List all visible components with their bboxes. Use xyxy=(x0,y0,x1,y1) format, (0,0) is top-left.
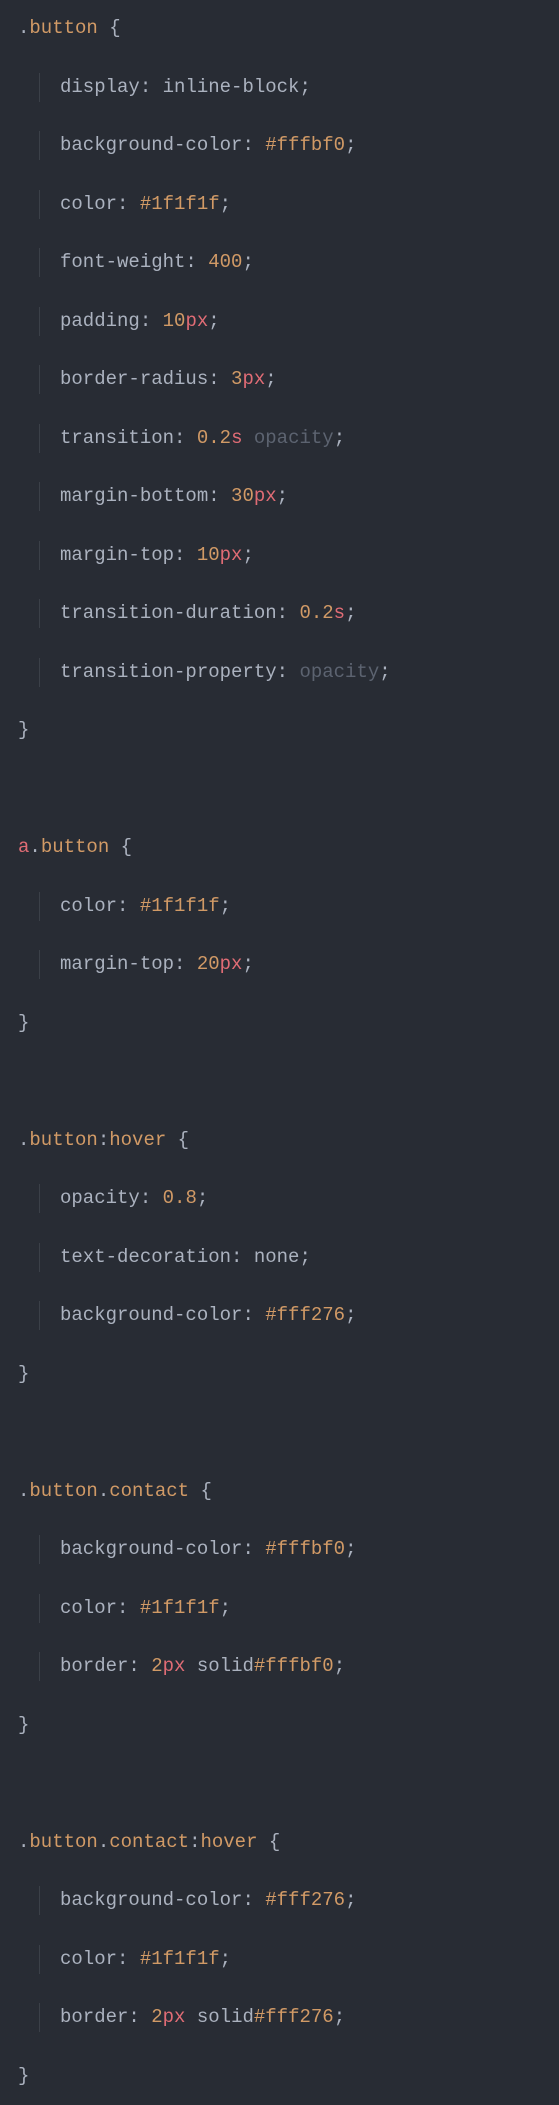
number: 30 xyxy=(231,485,254,507)
dot: . xyxy=(18,1831,29,1853)
brace-close: } xyxy=(18,1012,29,1034)
dot: . xyxy=(98,1480,109,1502)
selector-class: button xyxy=(29,17,97,39)
dot: . xyxy=(98,1831,109,1853)
unit: px xyxy=(242,368,265,390)
number: 10 xyxy=(197,544,220,566)
number: 0.8 xyxy=(163,1187,197,1209)
prop: margin-top xyxy=(60,953,174,975)
selector-class: button xyxy=(41,836,109,858)
prop: font-weight xyxy=(60,251,185,273)
number: 20 xyxy=(197,953,220,975)
brace-open: { xyxy=(257,1831,280,1853)
unit: px xyxy=(220,953,243,975)
prop: background-color xyxy=(60,134,242,156)
prop: opacity xyxy=(60,1187,140,1209)
hex: #fffbf0 xyxy=(254,1655,334,1677)
dot: . xyxy=(18,1480,29,1502)
number: 2 xyxy=(151,1655,162,1677)
prop: color xyxy=(60,895,117,917)
pseudo: hover xyxy=(109,1129,166,1151)
prop: text-decoration xyxy=(60,1246,231,1268)
value: inline-block xyxy=(163,76,300,98)
value: none xyxy=(254,1246,300,1268)
prop: transition-property xyxy=(60,661,277,683)
brace-close: } xyxy=(18,719,29,741)
unit: s xyxy=(334,602,345,624)
prop: border-radius xyxy=(60,368,208,390)
prop: background-color xyxy=(60,1889,242,1911)
unit: s xyxy=(231,427,242,449)
number: 10 xyxy=(163,310,186,332)
selector-class: button xyxy=(29,1480,97,1502)
hex: #fff276 xyxy=(254,2006,334,2028)
hex: #fffbf0 xyxy=(265,134,345,156)
value: solid xyxy=(197,2006,254,2028)
number: 0.2 xyxy=(197,427,231,449)
selector-element: a xyxy=(18,836,29,858)
brace-close: } xyxy=(18,2065,29,2087)
hex: #1f1f1f xyxy=(140,1597,220,1619)
prop: border xyxy=(60,2006,128,2028)
brace-close: } xyxy=(18,1363,29,1385)
brace-open: { xyxy=(166,1129,189,1151)
value: opacity xyxy=(254,427,334,449)
code-block: .button { display: inline-block; backgro… xyxy=(18,14,541,2091)
hex: #1f1f1f xyxy=(140,193,220,215)
hex: #1f1f1f xyxy=(140,895,220,917)
prop: border xyxy=(60,1655,128,1677)
selector-class: contact xyxy=(109,1480,189,1502)
number: 400 xyxy=(208,251,242,273)
brace-close: } xyxy=(18,1714,29,1736)
number: 2 xyxy=(151,2006,162,2028)
dot: . xyxy=(18,1129,29,1151)
number: 3 xyxy=(231,368,242,390)
hex: #1f1f1f xyxy=(140,1948,220,1970)
prop: padding xyxy=(60,310,140,332)
prop: transition xyxy=(60,427,174,449)
value: opacity xyxy=(299,661,379,683)
prop: color xyxy=(60,1597,117,1619)
unit: px xyxy=(163,1655,186,1677)
prop: color xyxy=(60,1948,117,1970)
unit: px xyxy=(254,485,277,507)
value: solid xyxy=(197,1655,254,1677)
selector-class: button xyxy=(29,1831,97,1853)
prop: margin-bottom xyxy=(60,485,208,507)
hex: #fff276 xyxy=(265,1304,345,1326)
dot: . xyxy=(29,836,40,858)
prop: background-color xyxy=(60,1304,242,1326)
dot: . xyxy=(18,17,29,39)
brace-open: { xyxy=(109,836,132,858)
brace-open: { xyxy=(98,17,121,39)
prop: display xyxy=(60,76,140,98)
selector-class: button xyxy=(29,1129,97,1151)
prop: margin-top xyxy=(60,544,174,566)
unit: px xyxy=(185,310,208,332)
prop: background-color xyxy=(60,1538,242,1560)
selector-class: contact xyxy=(109,1831,189,1853)
unit: px xyxy=(220,544,243,566)
pseudo: hover xyxy=(200,1831,257,1853)
prop: transition-duration xyxy=(60,602,277,624)
prop: color xyxy=(60,193,117,215)
unit: px xyxy=(163,2006,186,2028)
number: 0.2 xyxy=(299,602,333,624)
hex: #fffbf0 xyxy=(265,1538,345,1560)
brace-open: { xyxy=(189,1480,212,1502)
hex: #fff276 xyxy=(265,1889,345,1911)
